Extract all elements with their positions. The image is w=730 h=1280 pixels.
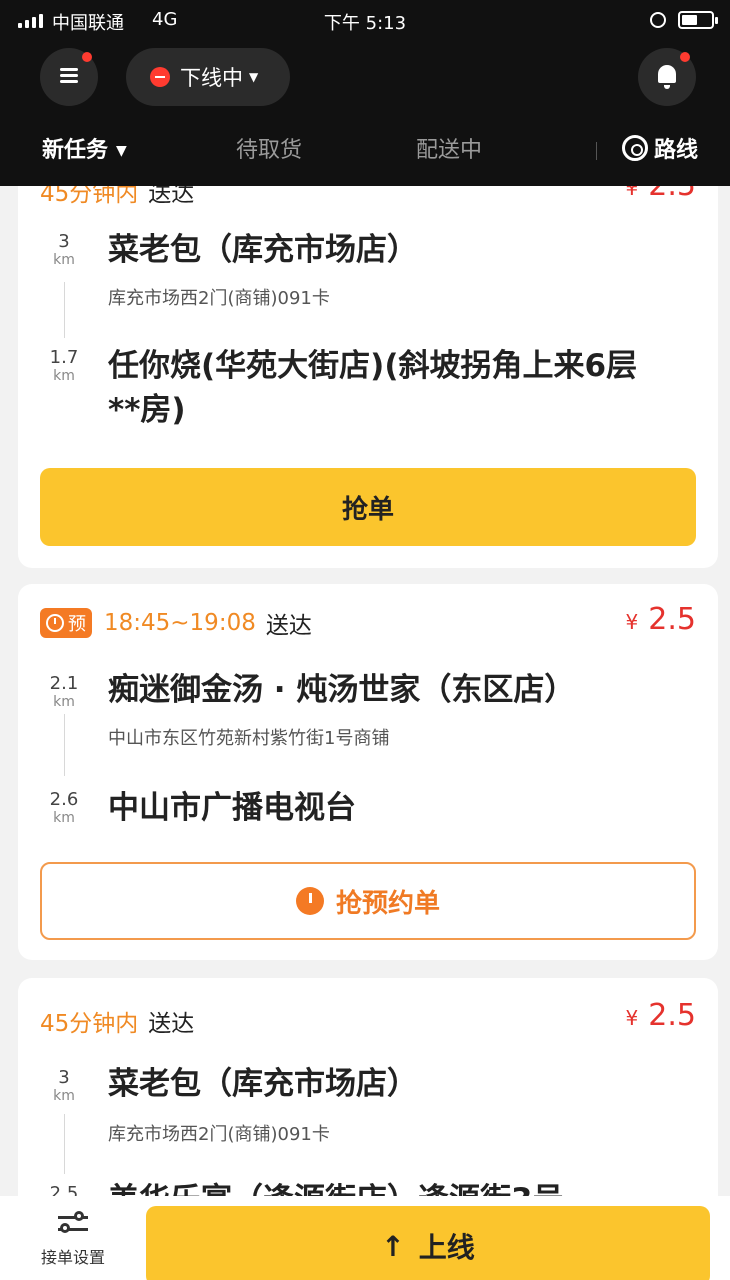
battery-icon <box>678 11 718 29</box>
order-price: ¥2.5 <box>625 186 696 203</box>
delivery-label: 送达 <box>148 186 195 207</box>
order-settings-button[interactable]: 接单设置 <box>28 1210 118 1268</box>
order-card: 预 18:45~19:08 送达 ¥2.5 2.1 km 痴迷御金汤 · 炖汤世… <box>18 584 718 960</box>
preorder-badge: 预 <box>40 608 92 638</box>
delivery-window: 45分钟内 <box>40 186 139 207</box>
menu-icon <box>60 68 78 84</box>
route-icon <box>622 135 648 161</box>
tab-label: 待取货 <box>236 138 303 163</box>
pickup-shop-name: 菜老包（库充市场店） <box>108 1066 418 1102</box>
order-price: ¥2.5 <box>625 602 696 637</box>
tab-to-pickup[interactable]: 待取货 <box>236 132 302 164</box>
pickup-distance: 2.1 km <box>49 673 79 711</box>
route-label: 路线 <box>654 138 699 163</box>
dropoff-distance: 2.6 km <box>49 789 79 827</box>
tab-delivering[interactable]: 配送中 <box>416 132 482 164</box>
grab-order-button[interactable]: 抢单 <box>40 468 696 546</box>
go-online-label: 上线 <box>418 1231 475 1264</box>
dropoff-name: 任你烧(华苑大街店)(斜坡拐角上来6层**房) <box>108 348 638 428</box>
status-bar: 中国联通 4G 下午 5:13 <box>0 0 730 42</box>
filter-icon[interactable]: ▼ <box>116 143 127 159</box>
route-line <box>64 1114 65 1174</box>
order-card: 45分钟内 送达 ¥2.5 3 km 菜老包（库充市场店） 库充市场西2门(商铺… <box>18 978 718 1196</box>
pickup-address: 库充市场西2门(商铺)091卡 <box>108 1124 330 1145</box>
delivery-window: 45分钟内 <box>40 1011 139 1037</box>
pickup-distance: 3 km <box>53 1067 75 1105</box>
route-line <box>64 714 65 776</box>
sliders-icon <box>58 1210 88 1236</box>
notification-dot <box>680 52 690 62</box>
delivery-label: 送达 <box>148 1011 195 1037</box>
clock-time: 下午 5:13 <box>323 13 407 34</box>
dropoff-name: 美华乐宴（逢源街店）逢源街3号 <box>108 1178 688 1196</box>
online-status-dropdown[interactable]: 下线中 ▼ <box>126 48 290 106</box>
delivery-time-row: 预 18:45~19:08 送达 <box>40 606 312 640</box>
pickup-shop-name: 菜老包（库充市场店） <box>108 232 418 268</box>
order-list[interactable]: 45分钟内 送达 ¥2.5 3 km 菜老包（库充市场店） 库充市场西2门(商铺… <box>0 186 730 1196</box>
dropoff-distance: 2.5 km <box>49 1183 79 1197</box>
clock-icon <box>46 614 64 632</box>
caret-down-icon: ▼ <box>249 70 259 84</box>
pickup-address: 中山市东区竹苑新村紫竹街1号商铺 <box>108 728 390 749</box>
delivery-time-row: 45分钟内 送达 <box>40 186 194 208</box>
dropoff-distance: 1.7 km <box>49 347 79 385</box>
delivery-window: 18:45~19:08 <box>104 610 256 636</box>
route-button[interactable]: 路线 <box>622 132 698 164</box>
pickup-address: 库充市场西2门(商铺)091卡 <box>108 288 330 309</box>
route-line <box>64 282 65 338</box>
order-card: 45分钟内 送达 ¥2.5 3 km 菜老包（库充市场店） 库充市场西2门(商铺… <box>18 186 718 568</box>
order-settings-label: 接单设置 <box>40 1248 105 1267</box>
tab-label: 新任务 <box>42 138 109 163</box>
delivery-label: 送达 <box>265 613 312 639</box>
alarm-icon <box>295 887 324 915</box>
bottom-bar: 接单设置 ↑ 上线 <box>0 1196 730 1280</box>
bell-icon <box>658 65 676 89</box>
pickup-shop-name: 痴迷御金汤 · 炖汤世家（东区店） <box>108 672 576 708</box>
tab-divider <box>596 142 597 160</box>
online-status-label: 下线中 <box>180 66 243 90</box>
pickup-distance: 3 km <box>53 231 75 269</box>
go-online-button[interactable]: ↑ 上线 <box>146 1206 710 1280</box>
tab-label: 配送中 <box>416 138 483 163</box>
order-price: ¥2.5 <box>625 998 696 1033</box>
menu-button[interactable] <box>40 48 98 106</box>
notification-dot <box>82 52 92 62</box>
top-header: 中国联通 4G 下午 5:13 下线中 ▼ 新任务 ▼ 待取货 配送中 路线 <box>0 0 730 186</box>
stop-icon <box>150 67 170 87</box>
arrow-up-icon: ↑ <box>381 1229 405 1263</box>
delivery-time-row: 45分钟内 送达 <box>40 1004 194 1038</box>
notifications-button[interactable] <box>638 48 696 106</box>
rotation-lock-icon <box>650 12 666 28</box>
dropoff-name: 中山市广播电视台 <box>108 790 356 826</box>
grab-preorder-label: 抢预约单 <box>335 888 440 919</box>
task-tabs: 新任务 ▼ 待取货 配送中 路线 <box>0 118 730 182</box>
tab-new-tasks[interactable]: 新任务 ▼ <box>42 132 127 164</box>
grab-preorder-button[interactable]: 抢预约单 <box>40 862 696 940</box>
